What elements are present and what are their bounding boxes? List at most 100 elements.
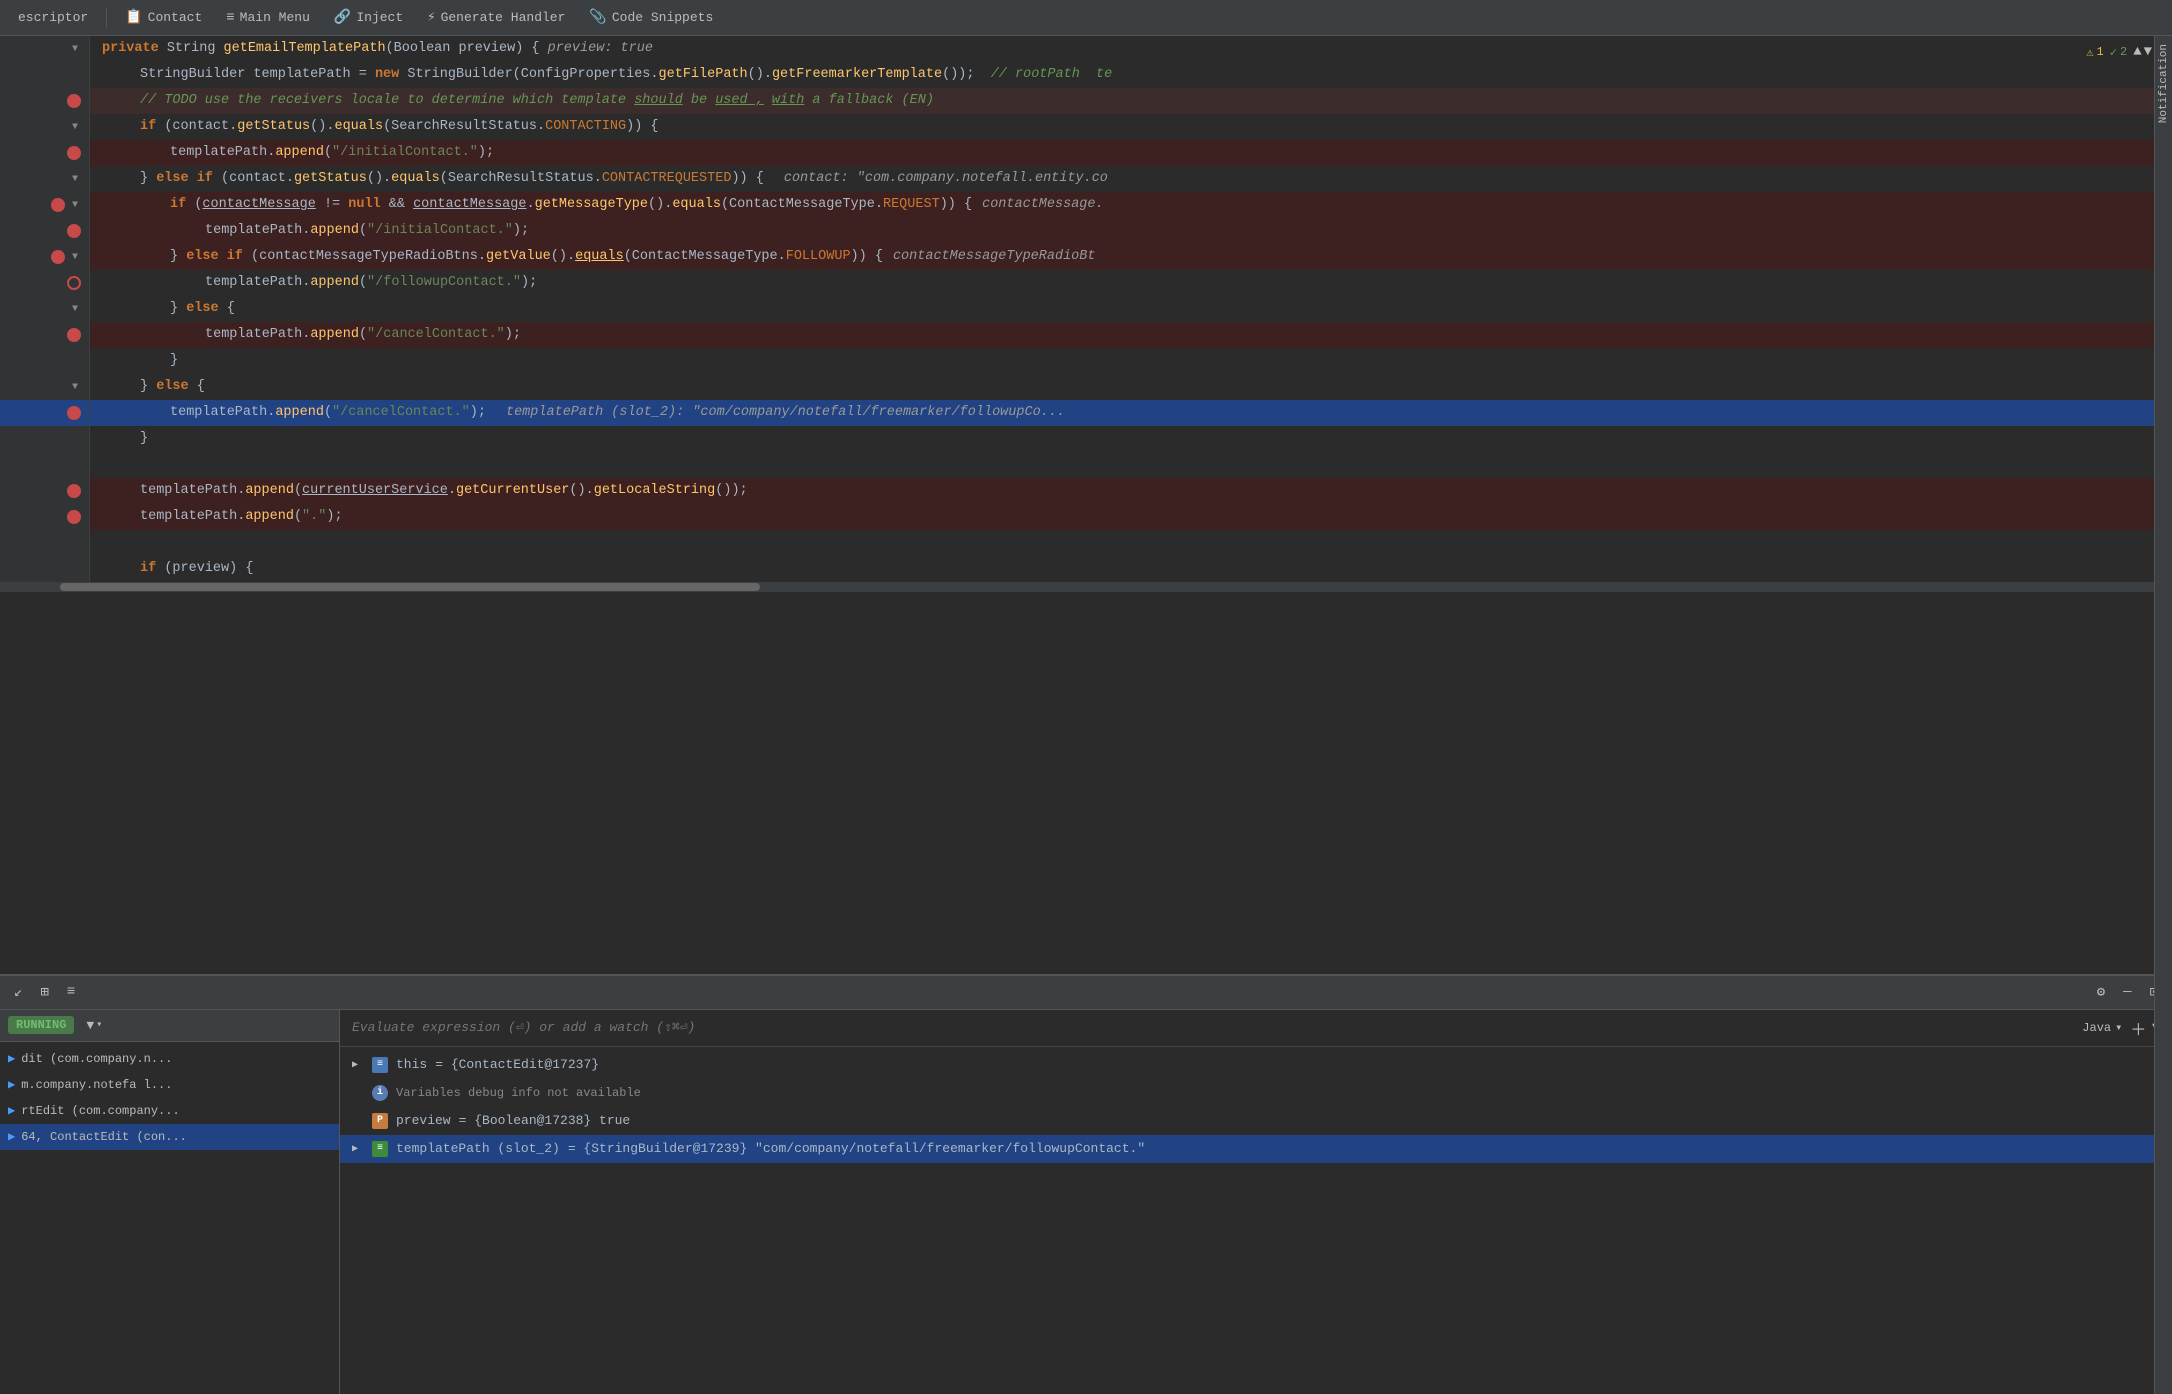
str-dot: "." xyxy=(302,506,326,528)
fold-arrow-1[interactable]: ▼ xyxy=(69,44,81,55)
thread-item-2[interactable]: ▶ m.company.notefa l... xyxy=(0,1072,339,1098)
code-snippets-label: Code Snippets xyxy=(612,10,713,25)
nav-up-arrow[interactable]: ▲ xyxy=(2133,44,2141,60)
code-if-msg: ( xyxy=(194,194,202,216)
m-append-1: append xyxy=(275,142,324,164)
line-content-10[interactable]: templatePath. append ( "/followupContact… xyxy=(90,270,2172,296)
line-content-1[interactable]: private String getEmailTemplatePath ( Bo… xyxy=(90,36,2172,62)
horizontal-scrollbar[interactable] xyxy=(0,582,2172,592)
debug-table-btn[interactable]: ⊞ xyxy=(34,982,54,1003)
expand-templatepath[interactable]: ▶ xyxy=(352,1143,364,1155)
var-icon-info: i xyxy=(372,1085,388,1101)
line-content-18[interactable]: templatePath. append ( currentUserServic… xyxy=(90,478,2172,504)
warn-icon: ⚠ xyxy=(2086,45,2093,60)
toolbar-code-snippets[interactable]: 📎 Code Snippets xyxy=(579,5,723,30)
code-str-dot: ( xyxy=(294,506,302,528)
eval-lang-chevron[interactable]: ▾ xyxy=(2115,1020,2122,1035)
line-content-3[interactable]: // TODO use the receivers locale to dete… xyxy=(90,88,2172,114)
var-row-templatepath[interactable]: ▶ ≡ templatePath (slot_2) = {StringBuild… xyxy=(340,1135,2172,1163)
eval-input[interactable] xyxy=(352,1020,2074,1035)
code-str-end-2: ); xyxy=(513,220,529,242)
m-getcurruser: getCurrentUser xyxy=(456,480,569,502)
fold-arrow-7[interactable]: ▼ xyxy=(69,200,81,211)
line-gutter-18 xyxy=(0,478,90,504)
code-if-msg-3: && xyxy=(381,194,413,216)
var-row-this[interactable]: ▶ ≡ this = {ContactEdit@17237} xyxy=(340,1051,2172,1079)
code-container: ▼ private String getEmailTemplatePath ( … xyxy=(0,36,2172,974)
line-content-5[interactable]: templatePath. append ( "/initialContact.… xyxy=(90,140,2172,166)
filter-button[interactable]: ▼ ▾ xyxy=(82,1016,106,1035)
line-gutter-9: ▼ xyxy=(0,244,90,270)
line-gutter-4: ▼ xyxy=(0,114,90,140)
var-icon-this: ≡ xyxy=(372,1057,388,1073)
toolbar-inject[interactable]: 🔗 Inject xyxy=(324,5,413,30)
thread-item-1[interactable]: ▶ dit (com.company.n... xyxy=(0,1046,339,1072)
m-getstatus-2: getStatus xyxy=(294,168,367,190)
code-if-1: (contact. xyxy=(164,116,237,138)
nav-down-arrow[interactable]: ▼ xyxy=(2144,44,2152,60)
var-name-this: this xyxy=(396,1057,427,1072)
fold-arrow-4[interactable]: ▼ xyxy=(69,122,81,133)
thread-item-3[interactable]: ▶ rtEdit (com.company... xyxy=(0,1098,339,1124)
code-line-6: ▼ } else if (contact. getStatus (). equa… xyxy=(0,166,2172,192)
line-content-14[interactable]: } else { xyxy=(90,374,2172,400)
code-preview-check: (preview) { xyxy=(164,558,253,580)
var-name-templatepath: templatePath (slot_2) xyxy=(396,1141,560,1156)
m-equals: equals xyxy=(334,116,383,138)
code-text5: (). xyxy=(748,64,772,86)
code-str-end-1: ); xyxy=(478,142,494,164)
line-content-19[interactable]: templatePath. append ( "." ); xyxy=(90,504,2172,530)
debug-minimize-btn[interactable]: — xyxy=(2117,982,2137,1002)
toolbar-descriptor[interactable]: escriptor xyxy=(8,6,98,29)
line-content-12[interactable]: templatePath. append ( "/cancelContact."… xyxy=(90,322,2172,348)
code-line-19: templatePath. append ( "." ); xyxy=(0,504,2172,530)
line-content-9[interactable]: } else if (contactMessageTypeRadioBtns. … xyxy=(90,244,2172,270)
thread-item-4[interactable]: ▶ 64, ContactEdit (con... xyxy=(0,1124,339,1150)
line-content-4[interactable]: if (contact. getStatus (). equals (Searc… xyxy=(90,114,2172,140)
debug-restore-btn[interactable]: ↙ xyxy=(8,982,28,1003)
toolbar-main-menu[interactable]: ≡ Main Menu xyxy=(216,6,320,30)
line-content-7[interactable]: if ( contactMessage != null && contactMe… xyxy=(90,192,2172,218)
m-append-4: append xyxy=(310,324,359,346)
expand-this[interactable]: ▶ xyxy=(352,1059,364,1071)
eval-add-btn[interactable]: ＋ xyxy=(2130,1016,2146,1040)
code-line-21: if (preview) { xyxy=(0,556,2172,582)
fold-arrow-14[interactable]: ▼ xyxy=(69,382,81,393)
line-content-8[interactable]: templatePath. append ( "/initialContact.… xyxy=(90,218,2172,244)
toolbar-contact[interactable]: 📋 Contact xyxy=(115,5,212,30)
ok-icon: ✓ xyxy=(2110,45,2117,60)
thread-label-2: m.company.notefa l... xyxy=(21,1078,172,1092)
hint-contactmsg: contactMessage. xyxy=(982,194,1104,216)
debug-settings-btn[interactable]: ⚙ xyxy=(2091,982,2111,1003)
code-line-7: ▼ if ( contactMessage != null && contact… xyxy=(0,192,2172,218)
line-content-11[interactable]: } else { xyxy=(90,296,2172,322)
code-str-4: ( xyxy=(359,324,367,346)
line-content-6[interactable]: } else if (contact. getStatus (). equals… xyxy=(90,166,2172,192)
param-type: Boolean xyxy=(394,38,451,60)
var-row-preview[interactable]: P preview = {Boolean@17238} true xyxy=(340,1107,2172,1135)
line-content-2[interactable]: StringBuilder templatePath = new StringB… xyxy=(90,62,2172,88)
scrollbar-thumb[interactable] xyxy=(60,583,760,591)
m-equals-3: equals xyxy=(672,194,721,216)
toolbar-generate-handler[interactable]: ⚡ Generate Handler xyxy=(417,5,575,30)
line-content-16[interactable]: } xyxy=(90,426,2172,452)
snippets-icon: 📎 xyxy=(589,9,606,26)
code-line-3: // TODO use the receivers locale to dete… xyxy=(0,88,2172,114)
kw-if: if xyxy=(140,116,164,138)
kw-else-1: else xyxy=(186,298,227,320)
debug-list-btn[interactable]: ≡ xyxy=(61,982,81,1002)
contact-icon: 📋 xyxy=(125,9,142,26)
var-row-info: i Variables debug info not available xyxy=(340,1079,2172,1107)
line-content-13[interactable]: } xyxy=(90,348,2172,374)
str-cancel-1: "/cancelContact." xyxy=(367,324,505,346)
fold-arrow-9[interactable]: ▼ xyxy=(69,252,81,263)
line-gutter-15 xyxy=(0,400,90,426)
fold-arrow-11[interactable]: ▼ xyxy=(69,304,81,315)
notification-label[interactable]: Notification xyxy=(2158,44,2170,123)
line-content-15[interactable]: templatePath. append ( "/cancelContact."… xyxy=(90,400,2172,426)
m-append-7: append xyxy=(245,506,294,528)
line-content-21[interactable]: if (preview) { xyxy=(90,556,2172,582)
kw-null: null xyxy=(348,194,380,216)
line-gutter-7: ▼ xyxy=(0,192,90,218)
fold-arrow-6[interactable]: ▼ xyxy=(69,174,81,185)
